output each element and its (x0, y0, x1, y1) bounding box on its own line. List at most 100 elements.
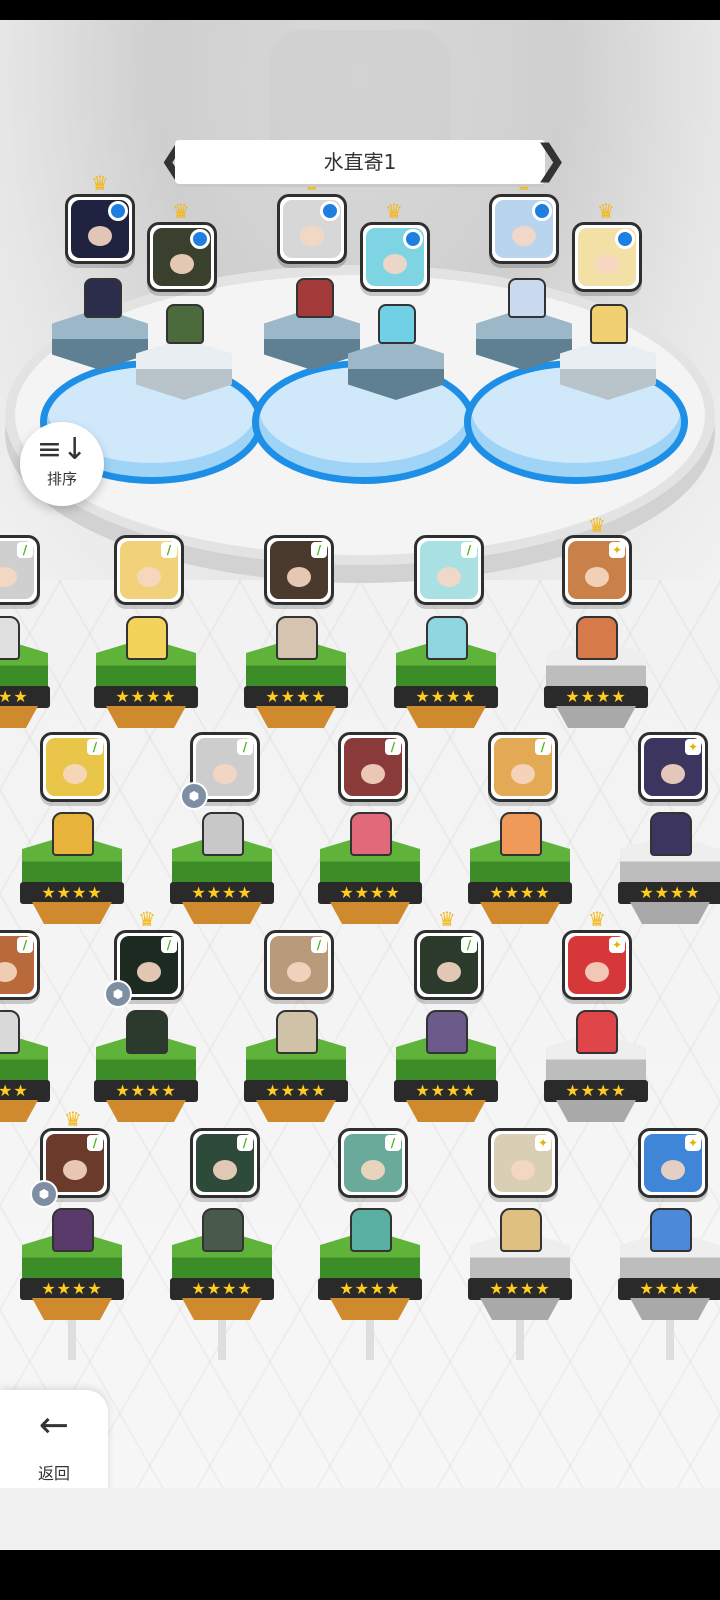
hero-portrait[interactable]: / (264, 535, 334, 605)
hero-pedestal[interactable]: ★★★★ (318, 1208, 422, 1332)
star-rating: ★★★★ (468, 1278, 572, 1300)
water-element-icon (403, 229, 423, 249)
hero-pedestal[interactable]: ★★★★ (0, 1010, 50, 1134)
team-hero-portrait-6[interactable] (572, 222, 642, 292)
crown-icon: ♛ (172, 199, 190, 223)
leaf-element-icon: / (535, 739, 551, 755)
hero-pedestal[interactable]: ★★★★ (244, 616, 348, 740)
leaf-element-icon: / (385, 1135, 401, 1151)
back-button-label: 返回 (37, 1464, 70, 1483)
hero-sprite (0, 616, 20, 660)
crown-icon: ♛ (91, 171, 109, 195)
hero-pedestal[interactable]: ★★★★ (94, 616, 198, 740)
hero-portrait[interactable]: ✦ (638, 732, 708, 802)
hero-sprite (202, 812, 244, 856)
next-team-button[interactable]: ❯ (534, 138, 568, 186)
hero-pedestal[interactable]: ★★★★ (394, 1010, 498, 1134)
team-hero-portrait-5[interactable] (489, 194, 559, 264)
hero-pedestal[interactable]: ★★★★ (0, 616, 50, 740)
hero-portrait[interactable]: / (0, 930, 40, 1000)
sort-icon: ≡↓ (36, 432, 88, 467)
star-rating: ★★★★ (244, 1080, 348, 1102)
hero-pedestal[interactable]: ★★★★ (618, 812, 720, 936)
hero-pedestal[interactable]: ★★★★ (244, 1010, 348, 1134)
leaf-element-icon: / (87, 1135, 103, 1151)
sort-button[interactable]: ≡↓ 排序 (20, 422, 104, 506)
leaf-element-icon: / (237, 1135, 253, 1151)
hero-pedestal[interactable]: ★★★★ (170, 1208, 274, 1332)
hero-sprite (500, 1208, 542, 1252)
leaf-element-icon: / (311, 937, 327, 953)
star-rating: ★★★★ (544, 1080, 648, 1102)
hero-portrait[interactable]: / (414, 930, 484, 1000)
hero-portrait[interactable]: / (114, 535, 184, 605)
hero-pedestal[interactable]: ★★★★ (544, 1010, 648, 1134)
hero-pedestal[interactable]: ★★★★ (544, 616, 648, 740)
hero-portrait[interactable]: / (40, 732, 110, 802)
hero-sprite (52, 812, 94, 856)
star-rating: ★★★★ (394, 686, 498, 708)
pedestal-pole (68, 1320, 76, 1360)
leaf-element-icon: / (311, 542, 327, 558)
team-hero-portrait-2[interactable] (147, 222, 217, 292)
leaf-element-icon: / (161, 542, 177, 558)
pedestal-soil (330, 1298, 410, 1320)
leaf-element-icon: / (461, 937, 477, 953)
back-arrow-icon: ← (38, 1405, 70, 1446)
hero-portrait[interactable]: / (414, 535, 484, 605)
star-rating: ★★★★ (0, 686, 50, 708)
game-scene: ♛ ♛ ♛ ♛ ♛ ♛ ❮ 水直寄1 ❯ ≡↓ 排序 / ★★★★ / ★★★★… (0, 20, 720, 1520)
team-hero-sprite[interactable] (296, 278, 334, 318)
team-hero-sprite[interactable] (378, 304, 416, 344)
team-name-banner: 水直寄1 (175, 140, 545, 184)
hero-pedestal[interactable]: ★★★★ (468, 1208, 572, 1332)
leaf-element-icon: / (237, 739, 253, 755)
hero-portrait[interactable]: / (488, 732, 558, 802)
light-element-icon: ✦ (685, 1135, 701, 1151)
team-hero-sprite[interactable] (166, 304, 204, 344)
hero-portrait[interactable]: / (190, 1128, 260, 1198)
team-hero-portrait-1[interactable] (65, 194, 135, 264)
crown-icon: ♛ (138, 907, 156, 931)
hero-pedestal[interactable]: ★★★★ (318, 812, 422, 936)
hero-pedestal[interactable]: ★★★★ (94, 1010, 198, 1134)
leaf-element-icon: / (385, 739, 401, 755)
hero-portrait[interactable]: ✦ (562, 930, 632, 1000)
team-hero-portrait-3[interactable] (277, 194, 347, 264)
light-element-icon: ✦ (685, 739, 701, 755)
leaf-element-icon: / (461, 542, 477, 558)
hero-pedestal[interactable]: ★★★★ (20, 1208, 124, 1332)
hero-portrait[interactable]: / (338, 1128, 408, 1198)
light-element-icon: ✦ (609, 937, 625, 953)
team-hero-portrait-4[interactable] (360, 222, 430, 292)
team-hero-sprite[interactable] (84, 278, 122, 318)
star-rating: ★★★★ (244, 686, 348, 708)
pedestal-soil (182, 902, 262, 924)
hero-portrait[interactable]: / (0, 535, 40, 605)
hero-sprite (52, 1208, 94, 1252)
back-button[interactable]: ← 返回 (0, 1390, 108, 1500)
hero-portrait[interactable]: ✦ (562, 535, 632, 605)
hero-portrait[interactable]: ✦ (488, 1128, 558, 1198)
leaf-element-icon: / (17, 542, 33, 558)
hero-pedestal[interactable]: ★★★★ (394, 616, 498, 740)
star-rating: ★★★★ (318, 1278, 422, 1300)
hero-sprite (650, 812, 692, 856)
hero-pedestal[interactable]: ★★★★ (20, 812, 124, 936)
hero-portrait[interactable]: / (338, 732, 408, 802)
star-rating: ★★★★ (0, 1080, 50, 1102)
leaf-element-icon: / (87, 739, 103, 755)
pedestal-soil (106, 1100, 186, 1122)
star-rating: ★★★★ (468, 882, 572, 904)
team-hero-sprite[interactable] (590, 304, 628, 344)
pedestal-soil (256, 1100, 336, 1122)
pedestal-pole (218, 1320, 226, 1360)
pedestal-soil (480, 902, 560, 924)
hero-portrait[interactable]: ✦ (638, 1128, 708, 1198)
hero-pedestal[interactable]: ★★★★ (468, 812, 572, 936)
hero-portrait[interactable]: / (264, 930, 334, 1000)
hero-pedestal[interactable]: ★★★★ (618, 1208, 720, 1332)
hero-sprite (0, 1010, 20, 1054)
team-hero-sprite[interactable] (508, 278, 546, 318)
hero-pedestal[interactable]: ★★★★ (170, 812, 274, 936)
